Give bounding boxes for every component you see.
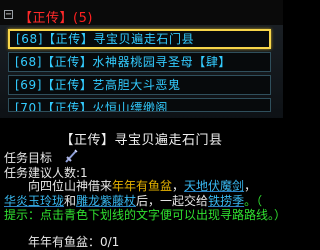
quest-item-4[interactable]: [70]【正传】火恒山缥缈阁 [8, 98, 271, 112]
quest-item-1[interactable]: [68]【正传】寻宝贝遍走石门县 [8, 29, 271, 49]
category-header[interactable]: − 【正传】(5) [0, 0, 283, 26]
sword-icon [65, 149, 78, 163]
desc-sep: ， [172, 179, 185, 193]
hint-text: 提示：点击青色下划线的文字便可以出现寻路路线。） [4, 208, 287, 222]
desc-prefix: 向四位山神借来 [28, 179, 113, 193]
item-link-2[interactable]: 天地伏魔剑 [184, 179, 244, 193]
category-name: 【正传】 [19, 11, 74, 26]
quest-item-2[interactable]: [68]【正传】水神器桃园寻圣母【肆】 [8, 52, 271, 72]
progress-text: 年年有鱼盆：0/1 [28, 235, 120, 249]
category-count: (5) [73, 11, 93, 26]
category-title: 【正传】(5) [19, 7, 93, 26]
quest-detail-panel: 【正传】寻宝贝遍走石门县 任务目标 任务建议人数:1 向四位山神借来年年有鱼盆，… [0, 118, 287, 249]
quest-item-3[interactable]: [69]【正传】艺高胆大斗恶鬼 [8, 75, 271, 95]
collapse-toggle[interactable]: − [4, 9, 13, 19]
desc-sep: ， [244, 179, 257, 193]
quest-detail-title: 【正传】寻宝贝遍走石门县 [60, 133, 223, 148]
quest-list: [68]【正传】寻宝贝遍走石门县 [68]【正传】水神器桃园寻圣母【肆】 [69… [0, 25, 283, 120]
item-link-1: 年年有鱼盆 [112, 179, 173, 193]
